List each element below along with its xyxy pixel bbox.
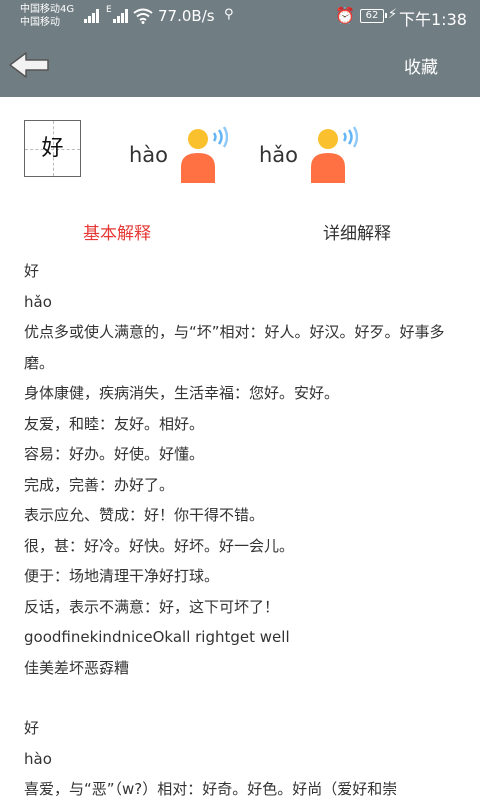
status-bar: 中国移动4G 中国移动 E 77.0B/s ⚲ ⏰ 62 ⚡ 下午1:38 (0, 0, 480, 33)
entry-char: 好 (24, 719, 40, 737)
character: 好 (41, 136, 64, 161)
definition-line: 便于：场地清理干净好打球。 (24, 567, 220, 585)
english-translation: goodfinekindniceOkall rightget well (24, 628, 290, 646)
tab-detailed-explanation[interactable]: 详细解释 (323, 219, 391, 244)
definition-line: 很，甚：好冷。好快。好坏。好一会儿。 (24, 536, 295, 555)
alarm-icon: ⏰ (335, 6, 355, 25)
tab-basic-explanation[interactable]: 基本解释 (83, 219, 151, 244)
signal-icon (84, 9, 99, 23)
related-words: 佳美差坏恶孬糟 (24, 658, 130, 677)
carrier-info: 中国移动4G 中国移动 (20, 3, 74, 29)
toolbar: 收藏 (0, 33, 480, 97)
speaker-icon[interactable] (178, 125, 228, 183)
definition-line: 表示应允、赞成：好！你干得不错。 (24, 506, 265, 524)
entry-pinyin: hào (24, 749, 52, 768)
character-box: 好 (24, 120, 81, 177)
favorite-button[interactable]: 收藏 (404, 53, 438, 78)
usb-icon: ⚲ (224, 7, 234, 22)
pinyin-1: hào (129, 143, 169, 167)
entry-char: 好 (24, 262, 40, 280)
definition-line: 磨。 (24, 353, 55, 372)
battery-indicator: 62 (360, 9, 387, 23)
clock: 下午1:38 (399, 10, 467, 29)
network-type: E (106, 5, 112, 15)
pinyin-2: hǎo (259, 143, 299, 167)
back-arrow-icon[interactable] (8, 50, 52, 80)
network-speed: 77.0B/s (158, 7, 215, 25)
definition-line: 优点多或使人满意的，与“坏”相对：好人。好汉。好歹。好事多 (24, 323, 445, 341)
definition-line: 反话，表示不满意：好，这下可坏了！ (24, 597, 280, 616)
definition-line: 喜爱，与“恶”（w?）相对：好奇。好色。好尚（爱好和崇 (24, 780, 398, 798)
definition-line: 友爱，和睦：友好。相好。 (24, 414, 205, 433)
definition-line: 完成，完善：办好了。 (24, 475, 175, 494)
wifi-icon (133, 8, 153, 24)
definition-line: 身体康健，疾病消失，生活幸福：您好。安好。 (24, 384, 340, 402)
definition-content: 好 hǎo 优点多或使人满意的，与“坏”相对：好人。好汉。好歹。好事多 磨。 身… (24, 256, 464, 800)
carrier-2: 中国移动 (20, 17, 60, 28)
signal-icon-2 (113, 9, 128, 23)
entry-pinyin: hǎo (24, 292, 52, 311)
definition-line: 容易：好办。好使。好懂。 (24, 445, 205, 463)
charging-icon: ⚡ (388, 7, 398, 22)
speaker-icon[interactable] (308, 125, 358, 183)
carrier-1: 中国移动4G (20, 4, 75, 15)
